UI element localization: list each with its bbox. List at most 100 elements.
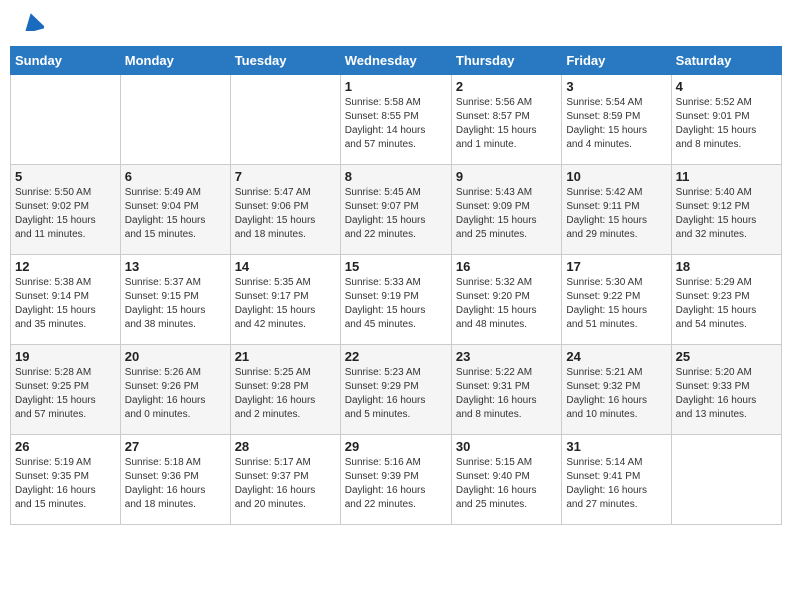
day-number: 16 [456,259,557,274]
day-info: Sunrise: 5:35 AM Sunset: 9:17 PM Dayligh… [235,276,336,332]
day-number: 11 [676,169,777,184]
day-info: Sunrise: 5:21 AM Sunset: 9:32 PM Dayligh… [566,366,666,422]
day-number: 26 [15,439,116,454]
day-info: Sunrise: 5:28 AM Sunset: 9:25 PM Dayligh… [15,366,116,422]
day-info: Sunrise: 5:22 AM Sunset: 9:31 PM Dayligh… [456,366,557,422]
day-number: 5 [15,169,116,184]
calendar-cell: 9 Sunrise: 5:43 AM Sunset: 9:09 PM Daylig… [451,165,561,255]
day-number: 19 [15,349,116,364]
day-number: 4 [676,79,777,94]
day-number: 15 [345,259,447,274]
day-info: Sunrise: 5:23 AM Sunset: 9:29 PM Dayligh… [345,366,447,422]
day-number: 25 [676,349,777,364]
day-info: Sunrise: 5:43 AM Sunset: 9:09 PM Dayligh… [456,186,557,242]
day-info: Sunrise: 5:49 AM Sunset: 9:04 PM Dayligh… [125,186,226,242]
day-info: Sunrise: 5:25 AM Sunset: 9:28 PM Dayligh… [235,366,336,422]
calendar-table: SundayMondayTuesdayWednesdayThursdayFrid… [10,46,782,525]
day-info: Sunrise: 5:18 AM Sunset: 9:36 PM Dayligh… [125,456,226,512]
day-number: 24 [566,349,666,364]
calendar-cell: 15 Sunrise: 5:33 AM Sunset: 9:19 PM Dayli… [340,255,451,345]
day-number: 13 [125,259,226,274]
calendar-header-row: SundayMondayTuesdayWednesdayThursdayFrid… [11,47,782,75]
day-number: 14 [235,259,336,274]
calendar-cell: 6 Sunrise: 5:49 AM Sunset: 9:04 PM Daylig… [120,165,230,255]
calendar-cell: 23 Sunrise: 5:22 AM Sunset: 9:31 PM Dayli… [451,345,561,435]
day-info: Sunrise: 5:40 AM Sunset: 9:12 PM Dayligh… [676,186,777,242]
calendar-cell: 4 Sunrise: 5:52 AM Sunset: 9:01 PM Daylig… [671,75,781,165]
day-number: 3 [566,79,666,94]
calendar-day-header: Friday [562,47,671,75]
calendar-day-header: Tuesday [230,47,340,75]
calendar-cell: 10 Sunrise: 5:42 AM Sunset: 9:11 PM Dayli… [562,165,671,255]
day-info: Sunrise: 5:19 AM Sunset: 9:35 PM Dayligh… [15,456,116,512]
day-info: Sunrise: 5:38 AM Sunset: 9:14 PM Dayligh… [15,276,116,332]
day-info: Sunrise: 5:47 AM Sunset: 9:06 PM Dayligh… [235,186,336,242]
day-info: Sunrise: 5:30 AM Sunset: 9:22 PM Dayligh… [566,276,666,332]
day-info: Sunrise: 5:54 AM Sunset: 8:59 PM Dayligh… [566,96,666,152]
day-info: Sunrise: 5:58 AM Sunset: 8:55 PM Dayligh… [345,96,447,152]
calendar-cell: 18 Sunrise: 5:29 AM Sunset: 9:23 PM Dayli… [671,255,781,345]
calendar-week-row: 1 Sunrise: 5:58 AM Sunset: 8:55 PM Daylig… [11,75,782,165]
day-number: 18 [676,259,777,274]
calendar-cell: 2 Sunrise: 5:56 AM Sunset: 8:57 PM Daylig… [451,75,561,165]
day-info: Sunrise: 5:17 AM Sunset: 9:37 PM Dayligh… [235,456,336,512]
day-number: 22 [345,349,447,364]
day-number: 9 [456,169,557,184]
day-info: Sunrise: 5:56 AM Sunset: 8:57 PM Dayligh… [456,96,557,152]
calendar-cell: 14 Sunrise: 5:35 AM Sunset: 9:17 PM Dayli… [230,255,340,345]
calendar-cell: 16 Sunrise: 5:32 AM Sunset: 9:20 PM Dayli… [451,255,561,345]
calendar-cell: 7 Sunrise: 5:47 AM Sunset: 9:06 PM Daylig… [230,165,340,255]
calendar-cell [671,435,781,525]
day-number: 31 [566,439,666,454]
calendar-week-row: 26 Sunrise: 5:19 AM Sunset: 9:35 PM Dayli… [11,435,782,525]
calendar-cell: 29 Sunrise: 5:16 AM Sunset: 9:39 PM Dayli… [340,435,451,525]
calendar-cell [120,75,230,165]
day-number: 20 [125,349,226,364]
day-number: 2 [456,79,557,94]
calendar-cell: 11 Sunrise: 5:40 AM Sunset: 9:12 PM Dayli… [671,165,781,255]
page-header [10,10,782,36]
day-number: 27 [125,439,226,454]
calendar-day-header: Saturday [671,47,781,75]
day-info: Sunrise: 5:29 AM Sunset: 9:23 PM Dayligh… [676,276,777,332]
day-number: 1 [345,79,447,94]
calendar-cell: 20Sunrise: 5:26 AM Sunset: 9:26 PM Dayli… [120,345,230,435]
calendar-cell: 19 Sunrise: 5:28 AM Sunset: 9:25 PM Dayli… [11,345,121,435]
day-info: Sunrise: 5:52 AM Sunset: 9:01 PM Dayligh… [676,96,777,152]
day-number: 28 [235,439,336,454]
day-number: 17 [566,259,666,274]
day-number: 10 [566,169,666,184]
calendar-cell: 24 Sunrise: 5:21 AM Sunset: 9:32 PM Dayli… [562,345,671,435]
calendar-day-header: Thursday [451,47,561,75]
calendar-cell: 22 Sunrise: 5:23 AM Sunset: 9:29 PM Dayli… [340,345,451,435]
calendar-cell: 21Sunrise: 5:25 AM Sunset: 9:28 PM Dayli… [230,345,340,435]
calendar-week-row: 12 Sunrise: 5:38 AM Sunset: 9:14 PM Dayli… [11,255,782,345]
day-number: 6 [125,169,226,184]
day-info: Sunrise: 5:33 AM Sunset: 9:19 PM Dayligh… [345,276,447,332]
calendar-cell: 31 Sunrise: 5:14 AM Sunset: 9:41 PM Dayli… [562,435,671,525]
calendar-cell: 27 Sunrise: 5:18 AM Sunset: 9:36 PM Dayli… [120,435,230,525]
day-info: Sunrise: 5:14 AM Sunset: 9:41 PM Dayligh… [566,456,666,512]
logo [20,15,44,31]
day-number: 12 [15,259,116,274]
day-info: Sunrise: 5:50 AM Sunset: 9:02 PM Dayligh… [15,186,116,242]
calendar-cell: 3 Sunrise: 5:54 AM Sunset: 8:59 PM Daylig… [562,75,671,165]
calendar-day-header: Monday [120,47,230,75]
calendar-cell: 12 Sunrise: 5:38 AM Sunset: 9:14 PM Dayli… [11,255,121,345]
calendar-cell: 1 Sunrise: 5:58 AM Sunset: 8:55 PM Daylig… [340,75,451,165]
calendar-cell: 25Sunrise: 5:20 AM Sunset: 9:33 PM Dayli… [671,345,781,435]
day-info: Sunrise: 5:16 AM Sunset: 9:39 PM Dayligh… [345,456,447,512]
day-number: 29 [345,439,447,454]
day-number: 30 [456,439,557,454]
day-info: Sunrise: 5:32 AM Sunset: 9:20 PM Dayligh… [456,276,557,332]
calendar-cell: 5 Sunrise: 5:50 AM Sunset: 9:02 PM Daylig… [11,165,121,255]
calendar-cell [11,75,121,165]
calendar-day-header: Wednesday [340,47,451,75]
day-number: 23 [456,349,557,364]
day-info: Sunrise: 5:42 AM Sunset: 9:11 PM Dayligh… [566,186,666,242]
day-info: Sunrise: 5:15 AM Sunset: 9:40 PM Dayligh… [456,456,557,512]
day-info: Sunrise: 5:45 AM Sunset: 9:07 PM Dayligh… [345,186,447,242]
calendar-cell: 30 Sunrise: 5:15 AM Sunset: 9:40 PM Dayli… [451,435,561,525]
calendar-cell: 17 Sunrise: 5:30 AM Sunset: 9:22 PM Dayli… [562,255,671,345]
day-number: 7 [235,169,336,184]
